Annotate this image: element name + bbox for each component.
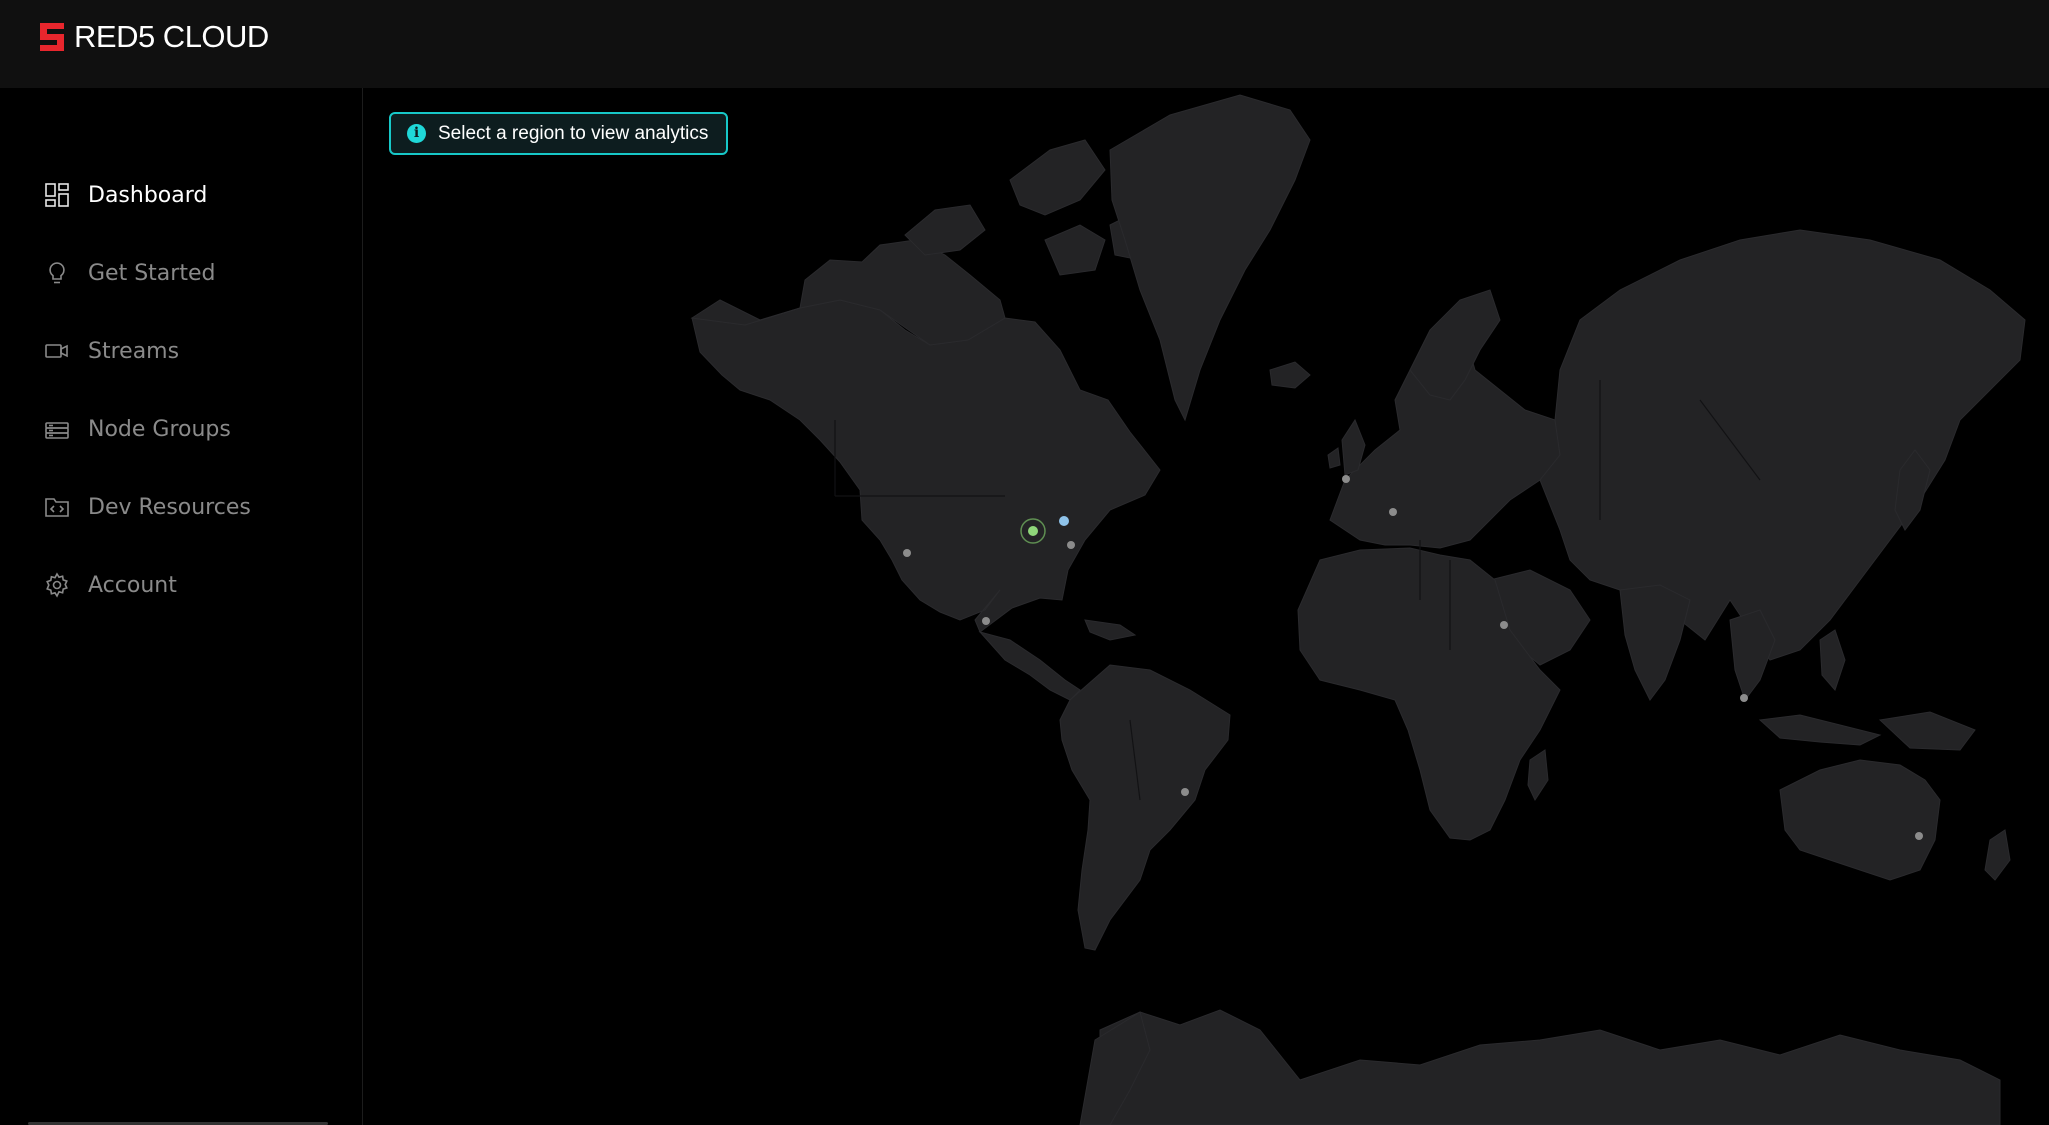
- logo-text: RED5 CLOUD: [74, 19, 269, 54]
- world-map-canvas[interactable]: [364, 88, 2049, 1125]
- sidebar-item-dashboard[interactable]: Dashboard: [44, 175, 207, 215]
- sidebar-item-node-groups[interactable]: Node Groups: [44, 409, 231, 449]
- region-marker-us-west[interactable]: [903, 549, 911, 557]
- top-bar: RED5 CLOUD: [0, 0, 2049, 88]
- sidebar-item-get-started[interactable]: Get Started: [44, 253, 215, 293]
- region-marker-brazil[interactable]: [1181, 788, 1189, 796]
- region-marker-middle-east[interactable]: [1500, 621, 1508, 629]
- region-south-america[interactable]: [1059, 664, 1231, 951]
- sidebar-item-label: Dashboard: [88, 182, 208, 208]
- server-stack-icon: [45, 422, 69, 439]
- lightbulb-icon: [49, 262, 65, 284]
- region-asia[interactable]: [1539, 229, 2026, 661]
- sidebar-item-label: Account: [88, 572, 177, 598]
- region-marker-uk[interactable]: [1342, 475, 1350, 483]
- video-camera-icon: [45, 344, 68, 358]
- red5-logo-icon: [40, 23, 64, 51]
- info-icon: i: [407, 124, 426, 143]
- region-marker-mexico[interactable]: [982, 617, 990, 625]
- sidebar-item-streams[interactable]: Streams: [44, 331, 179, 371]
- region-marker-australia[interactable]: [1915, 832, 1923, 840]
- region-north-america[interactable]: [691, 299, 1161, 633]
- region-select-callout: i Select a region to view analytics: [389, 112, 729, 155]
- region-marker-central-europe[interactable]: [1389, 508, 1397, 516]
- sidebar-item-account[interactable]: Account: [44, 565, 177, 605]
- callout-text: Select a region to view analytics: [438, 122, 709, 144]
- region-marker-singapore[interactable]: [1740, 694, 1748, 702]
- sidebar-item-label: Get Started: [88, 260, 216, 286]
- sidebar-item-label: Streams: [88, 338, 180, 364]
- sidebar-item-label: Node Groups: [88, 416, 231, 442]
- region-oceania[interactable]: [1779, 759, 1941, 881]
- logo[interactable]: RED5 CLOUD: [38, 20, 269, 54]
- sidebar: [0, 88, 363, 1125]
- sidebar-item-dev-resources[interactable]: Dev Resources: [44, 487, 251, 527]
- gear-icon: [46, 572, 68, 598]
- code-folder-icon: [45, 498, 69, 517]
- world-map[interactable]: [364, 88, 2049, 1125]
- region-marker-us-southeast[interactable]: [1067, 541, 1075, 549]
- sidebar-item-label: Dev Resources: [88, 494, 251, 520]
- dashboard-icon: [45, 183, 69, 207]
- region-marker-us-east[interactable]: [1059, 516, 1069, 526]
